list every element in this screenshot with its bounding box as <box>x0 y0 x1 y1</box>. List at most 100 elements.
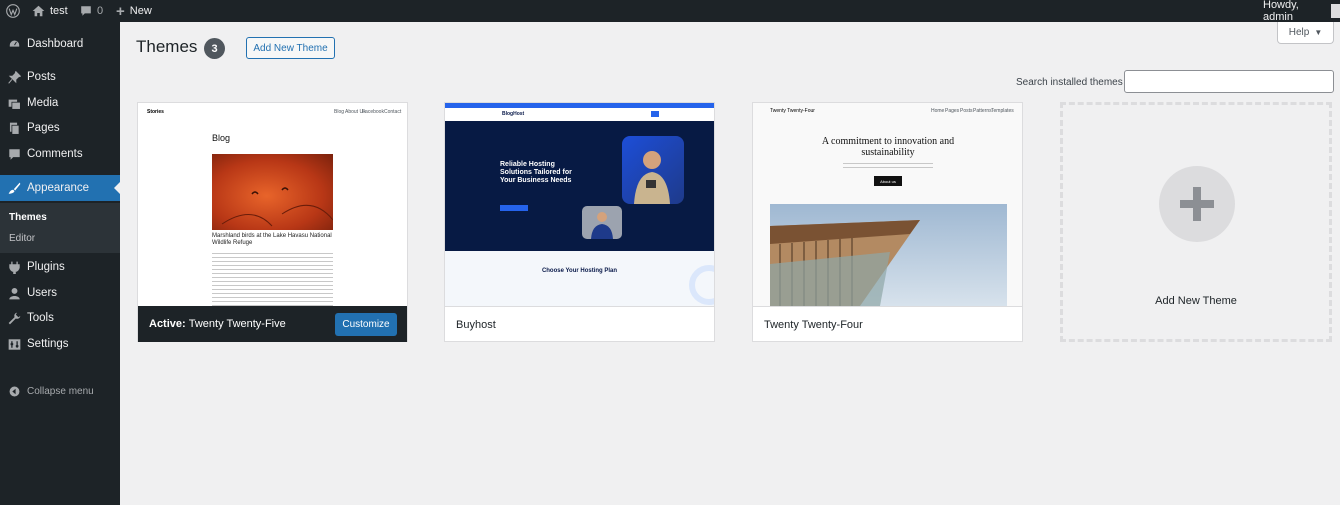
site-name: test <box>50 5 68 17</box>
preview-nav-item: Blog <box>334 109 345 115</box>
plus-icon <box>1159 166 1235 242</box>
theme-screenshot[interactable]: Twenty Twenty-Four Home Pages Posts Patt… <box>753 103 1022 306</box>
search-input[interactable] <box>1124 70 1334 93</box>
page-title: Themes <box>136 37 198 56</box>
comment-icon <box>80 5 92 17</box>
preview-small-photo <box>582 206 622 239</box>
add-new-theme-label: Add New Theme <box>1155 295 1237 307</box>
submenu-item-themes[interactable]: Themes <box>9 212 47 223</box>
preview-headline: A commitment to innovation and sustainab… <box>821 136 955 158</box>
sidebar-item-users[interactable]: Users <box>0 281 120 305</box>
preview-site-name: Stories <box>147 109 164 115</box>
user-icon <box>7 286 21 300</box>
preview-body-text <box>843 161 933 169</box>
customize-button[interactable]: Customize <box>335 313 397 336</box>
theme-count-badge: 3 <box>204 38 225 59</box>
add-new-theme-card[interactable]: Add New Theme <box>1060 102 1332 342</box>
sidebar-item-dashboard[interactable]: Dashboard <box>0 32 120 56</box>
preview-building-photo <box>770 204 1007 306</box>
sidebar-item-label: Settings <box>27 338 69 350</box>
help-label: Help <box>1288 27 1310 38</box>
sidebar-item-label: Comments <box>27 148 83 160</box>
sidebar-item-label: Pages <box>27 122 60 134</box>
theme-name-bar: Twenty Twenty-Four <box>753 306 1022 342</box>
sidebar-item-tools[interactable]: Tools <box>0 306 120 330</box>
chevron-down-icon: ▼ <box>1314 28 1323 37</box>
preview-pricing-section: Choose Your Hosting Plan <box>445 251 714 306</box>
preview-caption: Marshland birds at the Lake Havasu Natio… <box>212 233 332 246</box>
wrench-icon <box>7 311 21 325</box>
settings-icon <box>7 337 21 351</box>
admin-bar: test 0 + New Howdy, admin <box>0 0 1340 23</box>
help-tab-button[interactable]: Help ▼ <box>1277 22 1334 44</box>
submenu-item-editor[interactable]: Editor <box>9 233 35 244</box>
preview-navbar: BlogHost <box>445 108 714 121</box>
appearance-submenu: Themes Editor <box>0 203 120 253</box>
preview-hero: Reliable Hosting Solutions Tailored for … <box>445 121 714 251</box>
pages-icon <box>7 121 21 135</box>
comments-count: 0 <box>97 5 104 17</box>
theme-card-twenty-twenty-five[interactable]: Stories Blog About Us Facebook Contact B… <box>137 102 408 342</box>
preview-nav-item: Home <box>931 108 945 114</box>
preview-nav-item: Posts <box>960 108 973 114</box>
site-name-link[interactable]: test <box>32 0 68 22</box>
preview-nav-item: Facebook <box>362 109 384 115</box>
theme-name-bar: Buyhost <box>445 306 714 342</box>
media-icon <box>7 96 21 110</box>
preview-heading: Blog <box>212 133 231 143</box>
theme-name: Twenty Twenty-Five <box>188 318 286 330</box>
sidebar-item-label: Posts <box>27 71 56 83</box>
avatar <box>1331 4 1340 18</box>
preview-section-title: Choose Your Hosting Plan <box>541 268 618 274</box>
dashboard-icon <box>7 37 21 51</box>
theme-name: Twenty Twenty-Four <box>764 318 863 331</box>
add-new-theme-button[interactable]: Add New Theme <box>246 37 335 59</box>
new-label: New <box>129 5 152 17</box>
preview-nav-item: Contact <box>384 109 402 115</box>
collapse-menu-button[interactable]: Collapse menu <box>0 381 120 401</box>
account-menu[interactable]: Howdy, admin <box>1263 0 1340 23</box>
collapse-label: Collapse menu <box>27 385 94 397</box>
preview-logo: BlogHost <box>502 111 525 117</box>
comments-link[interactable]: 0 <box>80 0 103 22</box>
brush-icon <box>7 181 21 195</box>
active-prefix: Active: <box>149 318 186 330</box>
preview-nav-button <box>651 111 659 117</box>
sidebar-item-label: Tools <box>27 312 54 324</box>
theme-card-twenty-twenty-four[interactable]: Twenty Twenty-Four Home Pages Posts Patt… <box>752 102 1023 342</box>
collapse-icon <box>7 384 21 398</box>
plus-icon: + <box>116 2 125 20</box>
search-label: Search installed themes <box>1016 77 1123 88</box>
preview-site-name: Twenty Twenty-Four <box>770 108 815 114</box>
sidebar-item-appearance[interactable]: Appearance <box>0 175 120 201</box>
sidebar-item-comments[interactable]: Comments <box>0 142 120 166</box>
sidebar-item-posts[interactable]: Posts <box>0 65 120 89</box>
preview-nav-item: Patterns <box>973 108 992 114</box>
current-menu-pointer <box>114 182 120 194</box>
home-icon <box>32 5 45 17</box>
sidebar-item-pages[interactable]: Pages <box>0 116 120 140</box>
theme-screenshot[interactable]: BlogHost Reliable Hosting Solutions Tail… <box>445 103 714 306</box>
preview-nav-item: Templates <box>991 108 1014 114</box>
greeting: Howdy, admin <box>1263 0 1299 23</box>
theme-screenshot[interactable]: Stories Blog About Us Facebook Contact B… <box>138 103 407 306</box>
preview-person-photo <box>622 136 684 204</box>
sidebar-item-label: Dashboard <box>27 38 84 50</box>
theme-name-bar: Active: Twenty Twenty-Five Customize <box>138 306 407 342</box>
comment-icon <box>7 147 21 161</box>
theme-name: Buyhost <box>456 318 496 331</box>
preview-about-button: About us <box>874 176 902 186</box>
sidebar-item-plugins[interactable]: Plugins <box>0 255 120 279</box>
wordpress-logo-icon[interactable] <box>6 0 20 22</box>
sidebar-item-label: Plugins <box>27 261 65 273</box>
sidebar-item-settings[interactable]: Settings <box>0 332 120 356</box>
sidebar-item-media[interactable]: Media <box>0 91 120 115</box>
admin-sidebar: Dashboard Posts Media Pages Comments App… <box>0 22 120 505</box>
theme-card-buyhost[interactable]: BlogHost Reliable Hosting Solutions Tail… <box>444 102 715 342</box>
plugin-icon <box>7 260 21 274</box>
preview-cta-button <box>500 205 528 211</box>
sidebar-item-label: Media <box>27 97 59 109</box>
preview-nav-item: Pages <box>945 108 960 114</box>
sidebar-item-label: Appearance <box>27 182 90 194</box>
new-content-link[interactable]: + New <box>116 0 152 22</box>
